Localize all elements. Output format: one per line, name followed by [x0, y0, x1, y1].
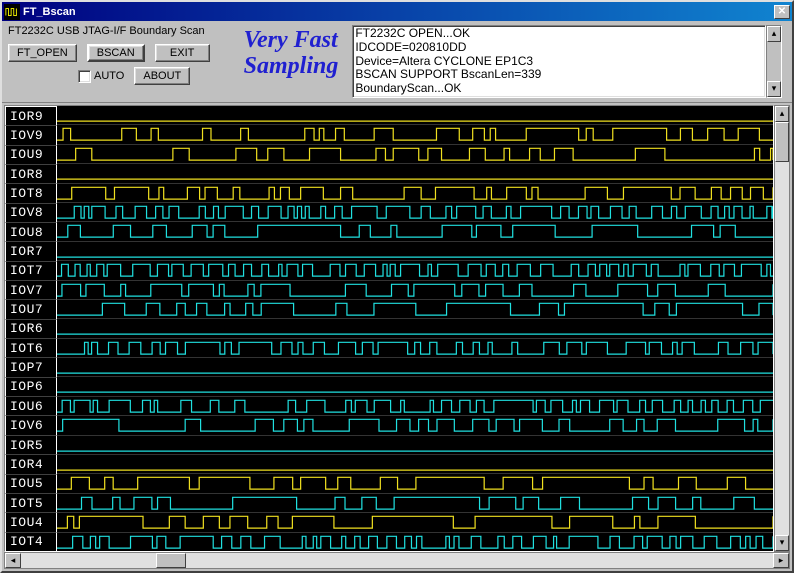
signal-label-IOR9[interactable]: IOR9	[5, 106, 57, 125]
overlay-line2: Sampling	[244, 53, 339, 79]
log-line: BSCAN SUPPORT BscanLen=339	[355, 68, 763, 82]
signal-label-IOT5[interactable]: IOT5	[5, 493, 57, 512]
signal-label-IOR8[interactable]: IOR8	[5, 164, 57, 183]
signal-label-IOU7[interactable]: IOU7	[5, 299, 57, 318]
exit-button[interactable]: EXIT	[155, 44, 210, 62]
titlebar[interactable]: FT_Bscan ✕	[2, 2, 792, 21]
main-window: FT_Bscan ✕ FT2232C USB JTAG-I/F Boundary…	[0, 0, 794, 573]
wave-row-IOU7[interactable]	[57, 299, 773, 318]
toolbar-label: FT2232C USB JTAG-I/F Boundary Scan	[8, 25, 210, 37]
signal-label-IOR7[interactable]: IOR7	[5, 241, 57, 260]
waveform-column[interactable]	[57, 106, 773, 551]
waveform-area[interactable]: IOR9IOV9IOU9IOR8IOT8IOV8IOU8IOR7IOT7IOV7…	[4, 105, 774, 552]
signal-label-IOV9[interactable]: IOV9	[5, 125, 57, 144]
signal-label-IOP7[interactable]: IOP7	[5, 357, 57, 376]
wave-row-IOU4[interactable]	[57, 512, 773, 531]
wave-row-IOR6[interactable]	[57, 318, 773, 337]
signal-labels-column: IOR9IOV9IOU9IOR8IOT8IOV8IOU8IOR7IOT7IOV7…	[5, 106, 57, 551]
wave-row-IOU8[interactable]	[57, 221, 773, 240]
signal-label-IOV8[interactable]: IOV8	[5, 203, 57, 222]
signal-label-IOV7[interactable]: IOV7	[5, 280, 57, 299]
vscroll-up-icon[interactable]: ▴	[775, 106, 789, 122]
log-line: BoundaryScan...OK	[355, 82, 763, 96]
window-title: FT_Bscan	[23, 6, 774, 18]
auto-checkbox-wrap[interactable]: AUTO	[78, 70, 124, 83]
signal-label-IOP6[interactable]: IOP6	[5, 377, 57, 396]
hscroll-thumb[interactable]	[156, 553, 186, 568]
vertical-scrollbar[interactable]: ▴ ▾	[774, 105, 790, 552]
wave-row-IOV6[interactable]	[57, 415, 773, 434]
signal-label-IOT7[interactable]: IOT7	[5, 261, 57, 280]
signal-label-IOR4[interactable]: IOR4	[5, 454, 57, 473]
log-line: Device=Altera CYCLONE EP1C3	[355, 55, 763, 69]
signal-label-IOU9[interactable]: IOU9	[5, 145, 57, 164]
log-line: IDCODE=020810DD	[355, 41, 763, 55]
ft-open-button[interactable]: FT_OPEN	[8, 44, 77, 62]
hscroll-right-icon[interactable]: ▸	[773, 553, 789, 568]
horizontal-scrollbar[interactable]: ◂ ▸	[4, 552, 790, 569]
app-icon	[4, 4, 20, 20]
overlay-text: Very Fast Sampling	[214, 25, 349, 80]
wave-row-IOR4[interactable]	[57, 454, 773, 473]
scroll-track[interactable]	[767, 42, 781, 81]
signal-label-IOR6[interactable]: IOR6	[5, 319, 57, 338]
signal-label-IOT6[interactable]: IOT6	[5, 338, 57, 357]
signal-label-IOU5[interactable]: IOU5	[5, 474, 57, 493]
bscan-button[interactable]: BSCAN	[87, 44, 145, 62]
wave-row-IOU5[interactable]	[57, 473, 773, 492]
waveform-main: IOR9IOV9IOU9IOR8IOT8IOV8IOU8IOR7IOT7IOV7…	[2, 102, 792, 552]
auto-checkbox[interactable]	[78, 70, 91, 83]
wave-row-IOP7[interactable]	[57, 357, 773, 376]
toolbar: FT2232C USB JTAG-I/F Boundary Scan FT_OP…	[2, 21, 792, 100]
vscroll-thumb[interactable]	[775, 122, 789, 162]
wave-row-IOT7[interactable]	[57, 260, 773, 279]
wave-row-IOR7[interactable]	[57, 241, 773, 260]
auto-label: AUTO	[94, 70, 124, 82]
wave-row-IOV8[interactable]	[57, 202, 773, 221]
wave-row-IOR8[interactable]	[57, 163, 773, 182]
wave-row-IOT8[interactable]	[57, 183, 773, 202]
wave-row-IOV9[interactable]	[57, 124, 773, 143]
about-button[interactable]: ABOUT	[134, 67, 190, 85]
signal-label-IOT4[interactable]: IOT4	[5, 532, 57, 551]
wave-row-IOR9[interactable]	[57, 106, 773, 124]
hscroll-track[interactable]	[21, 553, 773, 568]
hscroll-left-icon[interactable]: ◂	[5, 553, 21, 568]
signal-label-IOR5[interactable]: IOR5	[5, 435, 57, 454]
button-row-2: AUTO ABOUT	[8, 67, 210, 85]
signal-label-IOU4[interactable]: IOU4	[5, 512, 57, 531]
wave-row-IOP6[interactable]	[57, 376, 773, 395]
wave-row-IOU6[interactable]	[57, 396, 773, 415]
signal-label-IOV6[interactable]: IOV6	[5, 415, 57, 434]
wave-row-IOT4[interactable]	[57, 532, 773, 551]
wave-row-IOT5[interactable]	[57, 493, 773, 512]
scroll-up-icon[interactable]: ▴	[767, 26, 781, 42]
signal-label-IOT8[interactable]: IOT8	[5, 183, 57, 202]
log-box[interactable]: FT2232C OPEN...OKIDCODE=020810DDDevice=A…	[352, 25, 766, 98]
vscroll-down-icon[interactable]: ▾	[775, 535, 789, 551]
wave-row-IOR5[interactable]	[57, 435, 773, 454]
wave-row-IOU9[interactable]	[57, 144, 773, 163]
signal-label-IOU6[interactable]: IOU6	[5, 396, 57, 415]
close-button[interactable]: ✕	[774, 5, 790, 19]
toolbar-controls: FT2232C USB JTAG-I/F Boundary Scan FT_OP…	[8, 25, 210, 85]
log-scrollbar[interactable]: ▴ ▾	[766, 25, 782, 98]
wave-row-IOV7[interactable]	[57, 280, 773, 299]
log-area-wrap: FT2232C OPEN...OKIDCODE=020810DDDevice=A…	[352, 25, 786, 98]
vscroll-track[interactable]	[775, 122, 789, 535]
signal-label-IOU8[interactable]: IOU8	[5, 222, 57, 241]
scroll-down-icon[interactable]: ▾	[767, 81, 781, 97]
overlay-line1: Very Fast	[244, 27, 339, 53]
log-line: FT2232C OPEN...OK	[355, 27, 763, 41]
button-row-1: FT_OPEN BSCAN EXIT	[8, 44, 210, 62]
wave-row-IOT6[interactable]	[57, 338, 773, 357]
